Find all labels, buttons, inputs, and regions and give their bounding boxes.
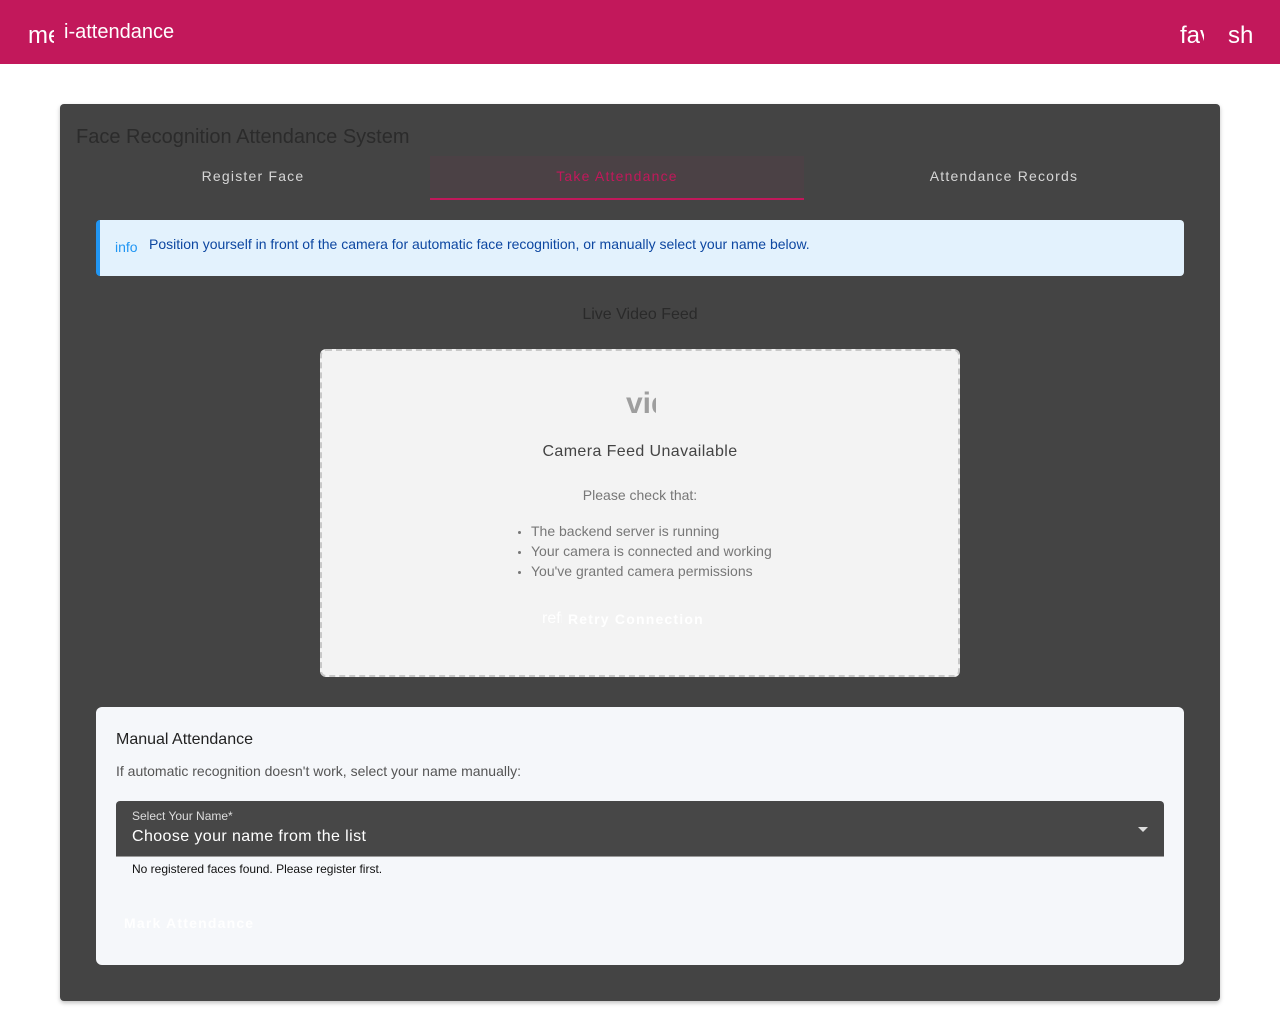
manual-attendance-subtitle: If automatic recognition doesn't work, s… [116,763,521,779]
camera-check-text: Please check that: [582,487,698,503]
tab-register-face[interactable]: Register Face [76,156,430,200]
mark-attendance-button[interactable]: Mark Attendance [124,915,254,931]
main-card: Face Recognition Attendance System Regis… [60,104,1220,1001]
manual-attendance-card: Manual Attendance If automatic recogniti… [96,707,1184,965]
retry-connection-label: Retry Connection [568,611,704,627]
live-video-feed-title: Live Video Feed [582,306,698,323]
camera-unavailable-heading: Camera Feed Unavailable [542,443,738,460]
camera-check-list: The backend server is running Your camer… [531,521,772,581]
list-item: The backend server is running [531,521,772,541]
info-alert-message: Position yourself in front of the camera… [149,236,810,252]
videocam-off-icon: videocam_off [626,389,656,419]
camera-feed-placeholder: videocam_off Camera Feed Unavailable Ple… [320,349,960,677]
share-icon[interactable]: share [1228,22,1254,50]
tab-bar: Register Face Take Attendance Attendance… [76,156,1204,200]
page-title: Face Recognition Attendance System [76,126,410,148]
tab-attendance-records[interactable]: Attendance Records [804,156,1204,200]
retry-connection-button[interactable]: refresh Retry Connection [542,607,704,631]
favorite-icon[interactable]: favorite [1180,22,1204,50]
name-select[interactable]: Select Your Name* Choose your name from … [116,801,1164,857]
menu-icon[interactable]: menu [28,22,54,50]
arrow-drop-down-icon[interactable] [1138,827,1148,832]
list-item: Your camera is connected and working [531,541,772,561]
manual-attendance-title: Manual Attendance [116,731,253,748]
info-alert: info Position yourself in front of the c… [96,220,1184,276]
info-icon: info [115,239,138,255]
refresh-icon: refresh [542,610,562,627]
name-select-label: Select Your Name* [132,809,233,823]
app-bar: menu i-attendance favorite share [0,0,1280,64]
list-item: You've granted camera permissions [531,561,772,581]
app-title: i-attendance [64,21,175,43]
tab-take-attendance[interactable]: Take Attendance [430,156,804,200]
name-select-helper-text: No registered faces found. Please regist… [132,862,383,876]
name-select-value: Choose your name from the list [132,828,367,845]
